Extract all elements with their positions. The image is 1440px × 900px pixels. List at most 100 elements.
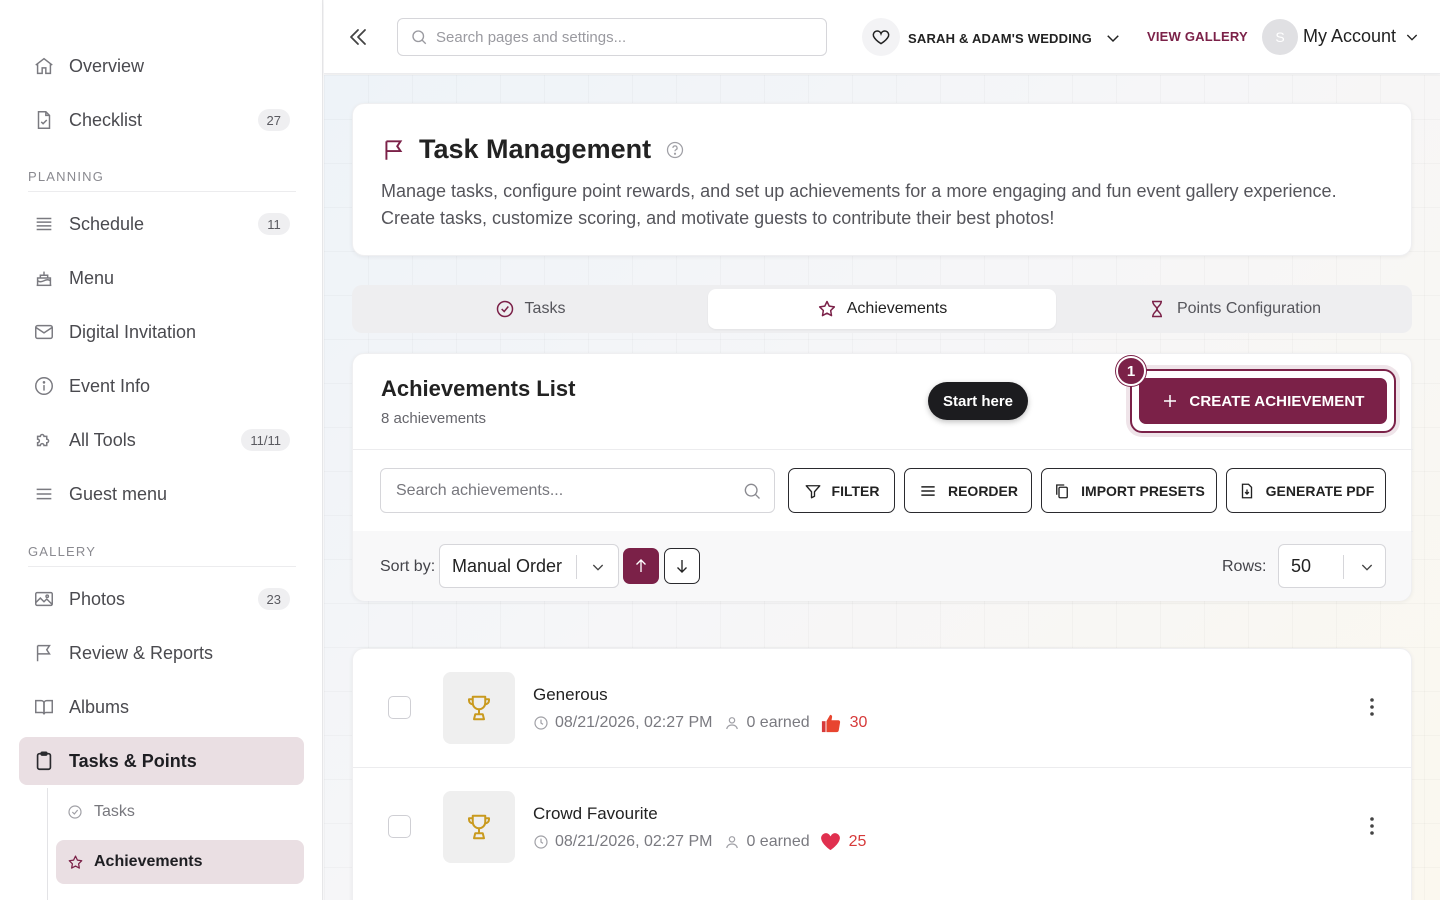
- puzzle-icon: [33, 429, 55, 451]
- sidebar: Overview Checklist 27 PLANNING Schedule …: [0, 0, 323, 900]
- filter-icon: [804, 482, 822, 500]
- cake-icon: [33, 267, 55, 289]
- create-achievement-label: CREATE ACHIEVEMENT: [1189, 392, 1365, 410]
- check-circle-icon: [66, 803, 84, 821]
- rows-select[interactable]: 50: [1278, 544, 1386, 588]
- achievement-date: 08/21/2026, 02:27 PM: [555, 714, 713, 731]
- sidebar-item-menu[interactable]: Menu: [19, 254, 304, 302]
- star-icon: [817, 299, 837, 319]
- sidebar-subitem-achievements[interactable]: Achievements: [56, 840, 304, 884]
- chevron-down-icon: [1404, 29, 1420, 45]
- rows-value: 50: [1291, 555, 1312, 576]
- chevron-down-icon: [1359, 559, 1375, 575]
- achievement-thumbnail: [443, 791, 515, 863]
- page-title: Task Management: [419, 134, 652, 164]
- sidebar-item-guest-menu[interactable]: Guest menu: [19, 470, 304, 518]
- tab-label: Points Configuration: [1176, 300, 1322, 317]
- sort-by-label: Sort by:: [380, 558, 436, 575]
- flag-icon: [381, 137, 407, 163]
- sort-select[interactable]: Manual Order: [439, 544, 619, 588]
- count-badge: 27: [257, 109, 290, 131]
- search-icon: [410, 28, 428, 46]
- row-checkbox[interactable]: [388, 815, 411, 838]
- global-search[interactable]: [397, 18, 827, 56]
- sidebar-item-digital-invitation[interactable]: Digital Invitation: [19, 308, 304, 356]
- sidebar-item-event-info[interactable]: Event Info: [19, 362, 304, 410]
- sidebar-item-label: Digital Invitation: [69, 321, 197, 342]
- achievements-items: Generous 08/21/2026, 02:27 PM 0 earned 3…: [352, 648, 1412, 900]
- sidebar-item-photos[interactable]: Photos 23: [19, 575, 304, 623]
- avatar[interactable]: S: [1262, 19, 1298, 55]
- sidebar-item-tasks-points[interactable]: Tasks & Points: [19, 737, 304, 785]
- list-item[interactable]: Generous 08/21/2026, 02:27 PM 0 earned 3…: [353, 649, 1411, 767]
- arrow-up-icon: [632, 557, 650, 575]
- event-selector[interactable]: SARAH & ADAM'S WEDDING: [908, 29, 1122, 47]
- clock-icon: [533, 715, 549, 731]
- image-icon: [33, 588, 55, 610]
- sidebar-item-label: All Tools: [69, 429, 136, 450]
- row-checkbox[interactable]: [388, 696, 411, 719]
- reorder-button[interactable]: REORDER: [904, 468, 1032, 513]
- tab-achievements[interactable]: Achievements: [708, 289, 1056, 329]
- sidebar-item-albums[interactable]: Albums: [19, 683, 304, 731]
- sidebar-item-review-reports[interactable]: Review & Reports: [19, 629, 304, 677]
- check-circle-icon: [495, 299, 515, 319]
- home-icon: [33, 55, 55, 77]
- sidebar-item-overview[interactable]: Overview: [19, 42, 304, 90]
- file-download-icon: [1238, 482, 1256, 500]
- more-options-icon[interactable]: [1369, 816, 1375, 836]
- section-label-planning: PLANNING: [28, 169, 296, 192]
- sidebar-item-all-tools[interactable]: All Tools 11/11: [19, 416, 304, 464]
- count-badge: 23: [257, 588, 290, 610]
- filter-label: FILTER: [831, 482, 880, 499]
- reorder-label: REORDER: [947, 482, 1018, 499]
- sidebar-item-label: Photos: [69, 588, 126, 609]
- search-icon: [742, 481, 762, 501]
- info-icon: [33, 375, 55, 397]
- import-presets-button[interactable]: IMPORT PRESETS: [1041, 468, 1217, 513]
- event-heart-button[interactable]: [862, 18, 900, 56]
- rows-label: Rows:: [1222, 558, 1267, 575]
- sidebar-subitem-label: Achievements: [94, 853, 203, 870]
- achievement-name: Crowd Favourite: [533, 804, 658, 823]
- account-label: My Account: [1303, 26, 1397, 46]
- create-achievement-button[interactable]: CREATE ACHIEVEMENT: [1139, 378, 1387, 424]
- achievement-earned: 0 earned: [746, 714, 810, 731]
- tab-points-configuration[interactable]: Points Configuration: [1060, 289, 1408, 329]
- sidebar-item-label: Schedule: [69, 213, 145, 234]
- achievement-search[interactable]: [380, 468, 775, 513]
- filter-button[interactable]: FILTER: [788, 468, 895, 513]
- generate-pdf-label: GENERATE PDF: [1265, 482, 1375, 499]
- help-icon[interactable]: [665, 140, 685, 160]
- sidebar-item-checklist[interactable]: Checklist 27: [19, 96, 304, 144]
- reorder-icon: [918, 481, 938, 501]
- event-name: SARAH & ADAM'S WEDDING: [908, 30, 1092, 46]
- sidebar-subitem-tasks[interactable]: Tasks: [56, 790, 304, 834]
- sidebar-item-label: Checklist: [69, 109, 143, 130]
- sidebar-item-label: Guest menu: [69, 483, 168, 504]
- achievement-search-input[interactable]: [396, 481, 726, 500]
- envelope-icon: [33, 321, 55, 343]
- sidebar-item-label: Event Info: [69, 375, 151, 396]
- list-icon: [33, 213, 55, 235]
- generate-pdf-button[interactable]: GENERATE PDF: [1226, 468, 1386, 513]
- sort-descending-button[interactable]: [664, 548, 700, 584]
- trophy-icon: [464, 693, 494, 723]
- heart-icon: [871, 27, 891, 47]
- list-item[interactable]: Crowd Favourite 08/21/2026, 02:27 PM 0 e…: [353, 767, 1411, 885]
- document-check-icon: [33, 109, 55, 131]
- view-gallery-link[interactable]: VIEW GALLERY: [1147, 29, 1248, 44]
- sort-ascending-button[interactable]: [623, 548, 659, 584]
- global-search-input[interactable]: [436, 28, 806, 46]
- create-achievement-highlight: CREATE ACHIEVEMENT: [1130, 369, 1396, 433]
- plus-icon: [1161, 392, 1179, 410]
- step-badge: 1: [1116, 356, 1146, 386]
- achievements-count: 8 achievements: [381, 410, 487, 427]
- sidebar-item-schedule[interactable]: Schedule 11: [19, 200, 304, 248]
- sidebar-item-label: Menu: [69, 267, 115, 288]
- achievement-points: 30: [849, 714, 868, 731]
- account-menu[interactable]: My Account: [1303, 26, 1420, 47]
- collapse-sidebar-icon[interactable]: [346, 25, 370, 49]
- tab-tasks[interactable]: Tasks: [356, 289, 704, 329]
- more-options-icon[interactable]: [1369, 697, 1375, 717]
